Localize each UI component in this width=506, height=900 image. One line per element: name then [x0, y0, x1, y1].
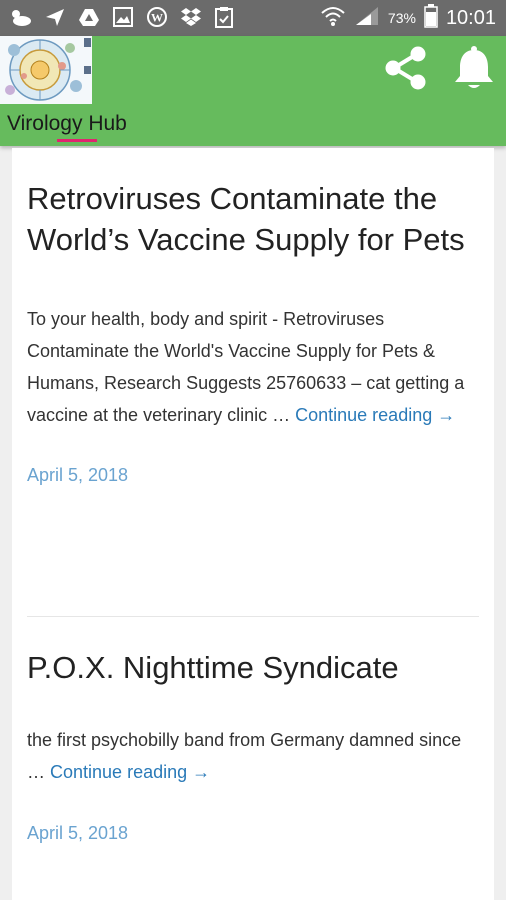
post-excerpt: the first psychobilly band from Germany …: [27, 724, 483, 788]
post-item: P.O.X. Nighttime Syndicate the first psy…: [27, 647, 483, 844]
continue-reading-link[interactable]: Continue reading →: [50, 762, 210, 782]
svg-text:W: W: [151, 11, 163, 25]
post-date[interactable]: April 5, 2018: [27, 465, 483, 486]
wifi-icon: [320, 5, 346, 32]
send-icon: [44, 6, 66, 28]
weather-icon: [8, 6, 32, 28]
status-bar: W 73% 10:01: [0, 0, 506, 36]
site-logo[interactable]: [0, 36, 92, 104]
spellcheck-underline: [57, 139, 97, 142]
app-bar: Virology Hub: [0, 36, 506, 146]
continue-reading-link[interactable]: Continue reading →: [295, 405, 455, 425]
system-status: 73% 10:01: [320, 3, 496, 33]
bell-icon: [449, 43, 499, 98]
clock: 10:01: [445, 6, 496, 29]
wordpress-icon: W: [146, 6, 168, 28]
notification-icons: W: [8, 6, 234, 28]
post-item: Retroviruses Contaminate the World’s Vac…: [27, 178, 483, 486]
drive-icon: [78, 6, 100, 28]
notifications-button[interactable]: [448, 44, 500, 96]
battery-icon: [424, 3, 438, 33]
signal-icon: [354, 5, 380, 32]
post-date[interactable]: April 5, 2018: [27, 823, 483, 844]
gallery-icon: [112, 6, 134, 28]
app-title: Virology Hub: [7, 112, 127, 142]
posts-list: Retroviruses Contaminate the World’s Vac…: [12, 148, 494, 900]
clipboard-icon: [214, 6, 234, 28]
share-button[interactable]: [380, 44, 432, 96]
post-divider: [27, 616, 479, 617]
share-icon: [381, 43, 431, 98]
post-excerpt: To your health, body and spirit - Retrov…: [27, 303, 483, 431]
dropbox-icon: [180, 6, 202, 28]
post-title[interactable]: P.O.X. Nighttime Syndicate: [27, 647, 483, 688]
battery-percent: 73%: [387, 10, 416, 26]
post-title[interactable]: Retroviruses Contaminate the World’s Vac…: [27, 178, 483, 260]
